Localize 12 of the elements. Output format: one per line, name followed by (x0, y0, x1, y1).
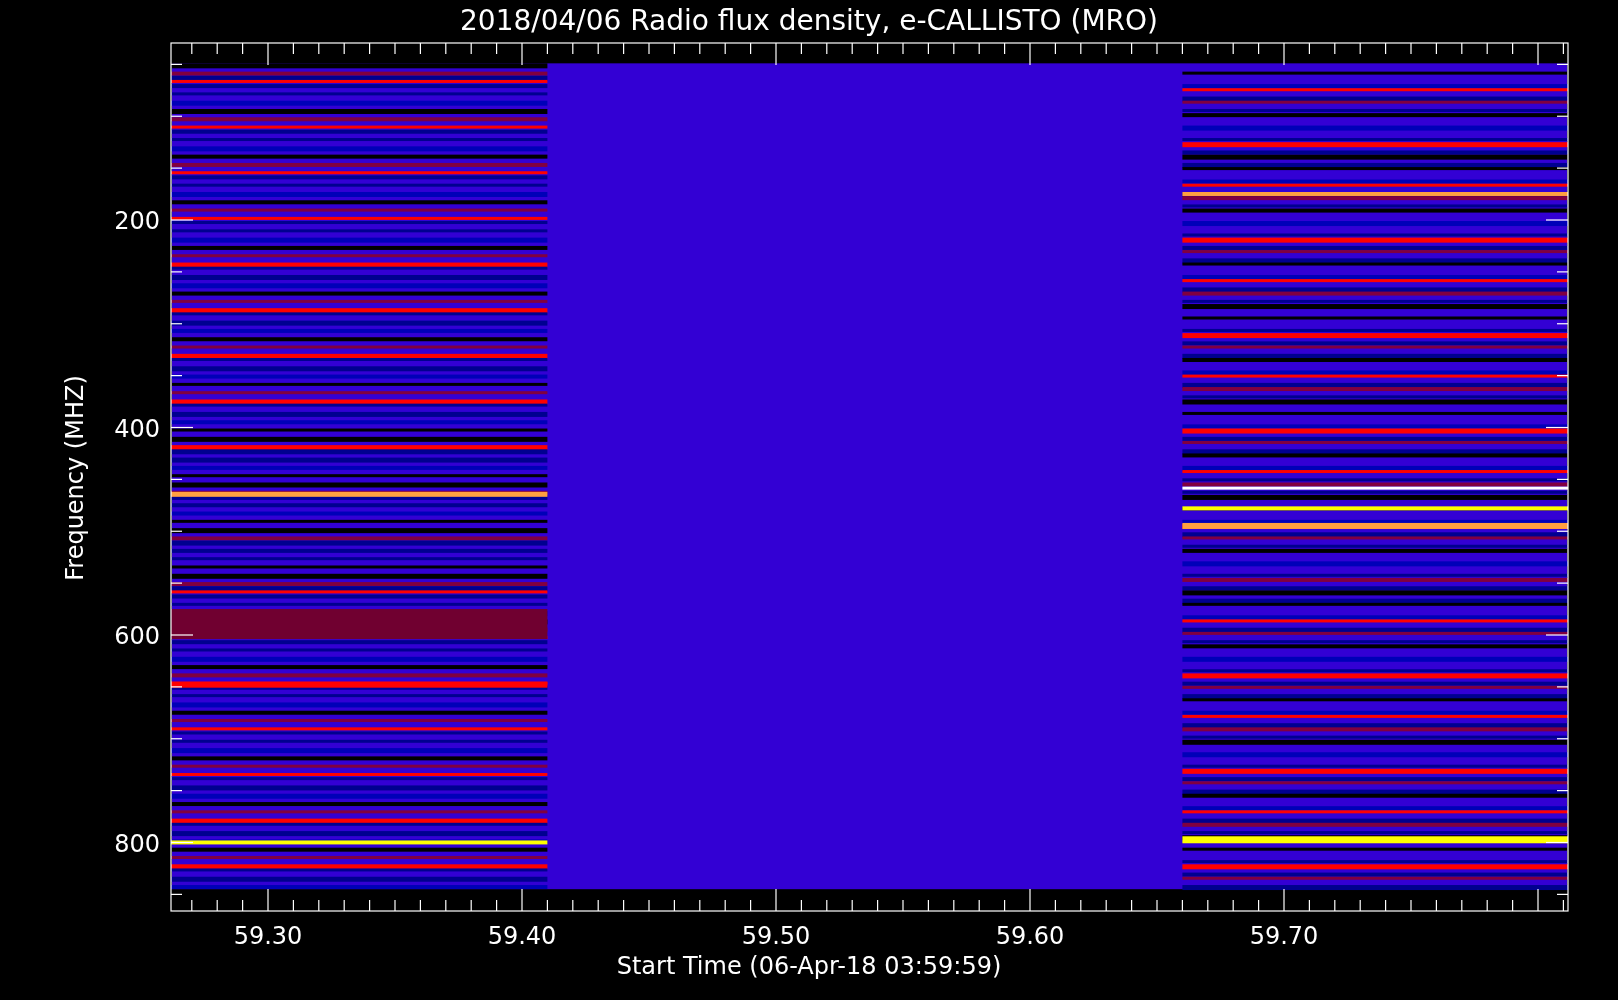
y-tick-label: 400 (114, 414, 160, 443)
x-tick-label: 59.50 (741, 922, 811, 950)
y-axis-label: Frequency (MHZ) (61, 375, 89, 581)
x-tick-label: 59.40 (487, 922, 557, 950)
x-tick-label: 59.70 (1249, 922, 1319, 950)
x-tick-label: 59.30 (233, 922, 303, 950)
y-tick-label: 800 (114, 829, 160, 858)
y-tick-label: 600 (114, 622, 160, 650)
plot-title: 2018/04/06 Radio flux density, e-CALLISTO (MRO) (460, 4, 1158, 37)
x-tick-label: 59.60 (995, 922, 1065, 950)
y-tick-label: 200 (114, 207, 160, 235)
x-axis-label: Start Time (06-Apr-18 03:59:59) (616, 952, 1002, 980)
